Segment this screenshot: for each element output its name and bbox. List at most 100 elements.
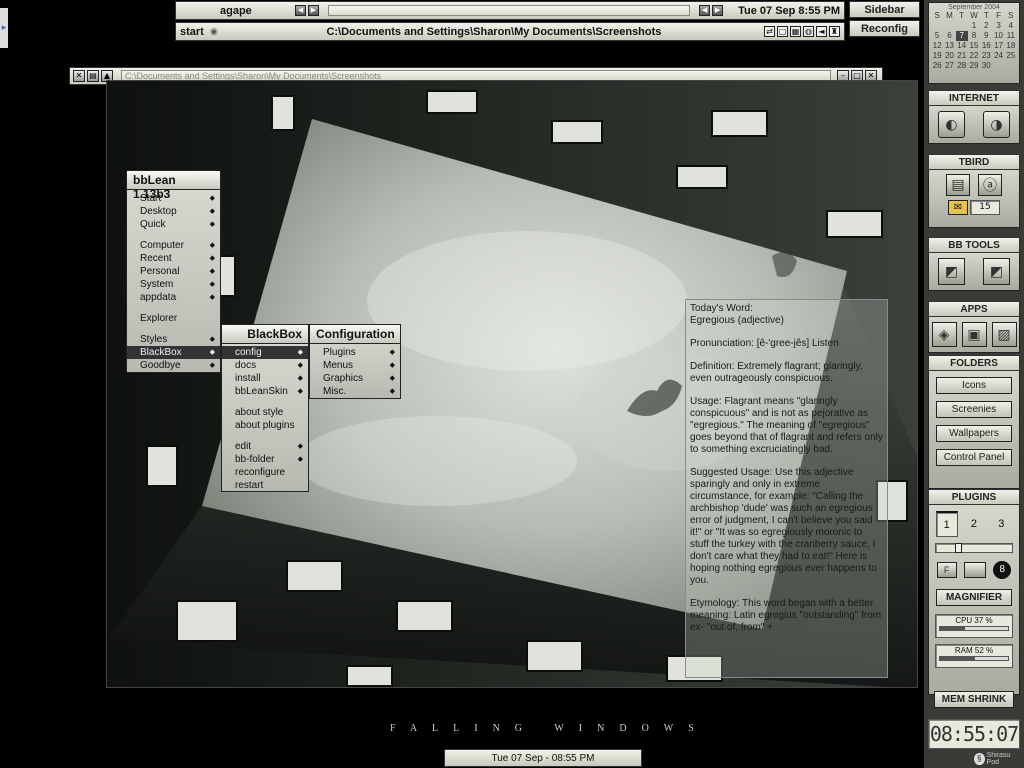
eight-ball-button[interactable]: 8 (993, 561, 1012, 579)
menu-item-about-style[interactable]: about style (222, 406, 308, 419)
shirasu-pod-icon[interactable]: § (974, 753, 985, 765)
start-orb-icon[interactable]: ◉ (210, 27, 218, 37)
network-icon[interactable]: ⇄ (764, 26, 775, 37)
address-book-icon[interactable]: ▤ (946, 174, 970, 196)
menu-item-appdata[interactable]: appdata ◆ (127, 291, 220, 304)
menu-item-about-plugins[interactable]: about plugins (222, 419, 308, 432)
workspace-3-button[interactable]: 3 (990, 518, 1012, 530)
plugin-blank-button[interactable] (963, 562, 986, 578)
calendar-day[interactable]: 28 (956, 61, 968, 71)
calendar-day[interactable]: 11 (1005, 31, 1017, 41)
grid-icon[interactable]: ▦ (790, 26, 801, 37)
calendar-day[interactable]: 16 (980, 41, 992, 51)
calendar-day[interactable]: 2 (980, 21, 992, 31)
calendar-day[interactable]: 18 (1005, 41, 1017, 51)
edge-expand-arrow-icon[interactable]: ▸ (0, 8, 8, 48)
calendar-day[interactable]: 20 (943, 51, 955, 61)
menu-item-explorer[interactable]: Explorer (127, 312, 220, 325)
menu-item-start[interactable]: Start ◆ (127, 192, 220, 205)
app-cube-icon[interactable]: ◈ (931, 322, 957, 347)
menu-item-system[interactable]: System ◆ (127, 278, 220, 291)
menu-item-bbleanskin[interactable]: bbLeanSkin ◆ (222, 385, 308, 398)
start-label[interactable]: start (180, 26, 210, 38)
magnifier-button[interactable]: MAGNIFIER (936, 589, 1012, 606)
calendar-day[interactable]: 21 (956, 51, 968, 61)
sidebar-button[interactable]: Sidebar (849, 1, 920, 18)
calendar-day[interactable]: 15 (968, 41, 980, 51)
folder-control-panel-button[interactable]: Control Panel (936, 449, 1012, 466)
calendar-day[interactable]: 1 (968, 21, 980, 31)
calendar-day[interactable]: 19 (931, 51, 943, 61)
calendar-day[interactable]: 10 (992, 31, 1004, 41)
reconfig-button[interactable]: Reconfig (849, 20, 920, 37)
menu-item-config[interactable]: config ◆ (222, 346, 308, 359)
menu-item-desktop[interactable]: Desktop ◆ (127, 205, 220, 218)
calendar-day[interactable]: 3 (992, 21, 1004, 31)
menu-item-styles[interactable]: Styles ◆ (127, 333, 220, 346)
menu-item-quick[interactable]: Quick ◆ (127, 218, 220, 231)
compose-icon[interactable]: ⓐ (978, 174, 1002, 196)
menu-item-bb-folder[interactable]: bb-folder ◆ (222, 453, 308, 466)
globe-icon[interactable]: ◍ (803, 26, 814, 37)
calendar-day[interactable]: 8 (968, 31, 980, 41)
bb-tool-icon[interactable]: ◩ (983, 258, 1010, 285)
calendar-day[interactable]: 4 (1005, 21, 1017, 31)
plugin-slider-track[interactable] (935, 543, 1013, 553)
workspace-prev-icon[interactable]: ◀ (295, 5, 306, 16)
calendar-day[interactable]: 26 (931, 61, 943, 71)
calendar-day[interactable]: 22 (968, 51, 980, 61)
window-prev-icon[interactable]: ◀ (699, 5, 711, 16)
workspace-next-icon[interactable]: ▶ (308, 5, 319, 16)
toolbar-clock[interactable]: Tue 07 Sep 8:55 PM (738, 5, 840, 17)
calendar-day[interactable]: 7 (955, 31, 968, 41)
folder-wallpapers-button[interactable]: Wallpapers (936, 425, 1012, 442)
folder-icons-button[interactable]: Icons (936, 377, 1012, 394)
style-maker-icon[interactable]: ◩ (938, 258, 965, 285)
monitor-icon[interactable]: ▢ (777, 26, 788, 37)
mail-icon[interactable]: ✉ (948, 200, 968, 215)
menu-item-reconfigure[interactable]: reconfigure (222, 466, 308, 479)
menu-item-misc[interactable]: Misc. ◆ (310, 385, 400, 398)
speaker-icon[interactable]: ◄ (816, 26, 827, 37)
menu-item-personal[interactable]: Personal ◆ (127, 265, 220, 278)
calendar-day[interactable]: 29 (968, 61, 980, 71)
calendar-day[interactable]: 17 (992, 41, 1004, 51)
browser-icon[interactable]: ◐ (938, 111, 965, 138)
calendar-day[interactable]: 23 (980, 51, 992, 61)
calendar-day[interactable]: 13 (943, 41, 955, 51)
menu-item-graphics[interactable]: Graphics ◆ (310, 372, 400, 385)
menu-item-recent[interactable]: Recent ◆ (127, 252, 220, 265)
menu-item-docs[interactable]: docs ◆ (222, 359, 308, 372)
menu-item-edit[interactable]: edit ◆ (222, 440, 308, 453)
calendar-day[interactable]: 5 (931, 31, 943, 41)
menu-item-plugins[interactable]: Plugins ◆ (310, 346, 400, 359)
calendar-day[interactable]: 14 (956, 41, 968, 51)
window-next-icon[interactable]: ▶ (712, 5, 724, 16)
calendar-day[interactable]: 27 (943, 61, 955, 71)
app-frame-icon[interactable]: ▣ (961, 322, 987, 347)
active-window-title[interactable]: C:\Documents and Settings\Sharon\My Docu… (226, 26, 762, 38)
messenger-icon[interactable]: ◑ (983, 111, 1010, 138)
menu-item-goodbye[interactable]: Goodbye ◆ (127, 359, 220, 372)
menu-item-computer[interactable]: Computer ◆ (127, 239, 220, 252)
menu-item-restart[interactable]: restart (222, 479, 308, 492)
app-picture-icon[interactable]: ▨ (991, 322, 1017, 347)
rollup-icon[interactable]: ▤ (87, 70, 99, 82)
plugin-f-button[interactable]: F (936, 562, 957, 578)
calendar-day[interactable]: 30 (980, 61, 992, 71)
workspace-1-button[interactable]: 1 (935, 511, 958, 537)
close-icon[interactable]: ✕ (73, 70, 85, 82)
menu-item-blackbox[interactable]: BlackBox ◆ (127, 346, 220, 359)
menu-item-menus[interactable]: Menus ◆ (310, 359, 400, 372)
calendar-day[interactable]: 9 (980, 31, 992, 41)
plugin-slider-thumb[interactable] (955, 543, 962, 553)
calendar-day[interactable]: 24 (992, 51, 1004, 61)
calendar-day[interactable]: 25 (1005, 51, 1017, 61)
calendar-day[interactable]: 12 (931, 41, 943, 51)
tray-app-icon[interactable]: ♜ (829, 26, 840, 37)
mem-shrink-button[interactable]: MEM SHRINK (934, 691, 1014, 708)
calendar-day[interactable]: 6 (943, 31, 955, 41)
workspace-2-button[interactable]: 2 (963, 518, 985, 530)
folder-screenies-button[interactable]: Screenies (936, 401, 1012, 418)
menu-item-install[interactable]: install ◆ (222, 372, 308, 385)
